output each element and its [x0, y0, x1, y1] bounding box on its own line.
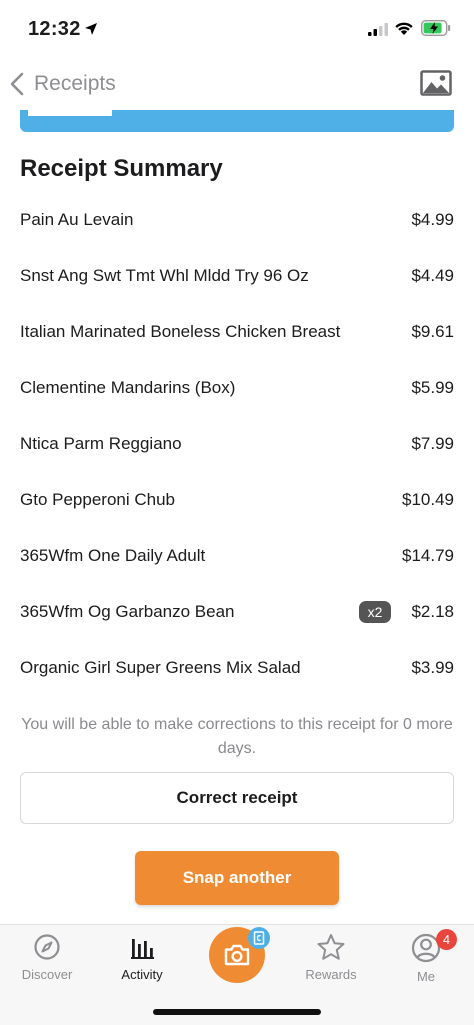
- receipt-icon: [248, 927, 270, 949]
- list-item: 365Wfm Og Garbanzo Bean x2 $2.18: [20, 584, 454, 640]
- item-price: $5.99: [411, 378, 454, 397]
- list-item: Gto Pepperoni Chub $10.49: [20, 472, 454, 528]
- item-name: Organic Girl Super Greens Mix Salad: [20, 658, 301, 677]
- tab-discover[interactable]: Discover: [7, 933, 87, 982]
- chevron-left-icon: [10, 72, 24, 96]
- notification-badge: 4: [436, 929, 457, 950]
- list-item: Pain Au Levain $4.99: [20, 192, 454, 248]
- item-price: $2.18: [411, 602, 454, 621]
- tab-label: Activity: [121, 967, 163, 982]
- tab-label: Discover: [21, 967, 73, 982]
- tab-rewards[interactable]: Rewards: [291, 933, 371, 982]
- snap-another-button[interactable]: Snap another: [135, 851, 339, 905]
- list-item: Ntica Parm Reggiano $7.99: [20, 416, 454, 472]
- tab-label: Me: [416, 969, 436, 984]
- location-arrow-icon: [84, 22, 98, 41]
- tab-label: Rewards: [305, 967, 357, 982]
- item-price: $4.99: [411, 210, 454, 229]
- list-item: Organic Girl Super Greens Mix Salad $3.9…: [20, 640, 454, 696]
- back-button[interactable]: Receipts: [10, 68, 116, 100]
- correct-receipt-button[interactable]: Correct receipt: [20, 772, 454, 824]
- item-name: Clementine Mandarins (Box): [20, 378, 236, 397]
- bar-chart-icon: [131, 939, 154, 959]
- item-name: Italian Marinated Boneless Chicken Breas…: [20, 322, 341, 341]
- receipt-items-list: Pain Au Levain $4.99 Snst Ang Swt Tmt Wh…: [20, 192, 454, 696]
- list-item: Clementine Mandarins (Box) $5.99: [20, 360, 454, 416]
- status-time: 12:32: [28, 18, 81, 40]
- list-item: Italian Marinated Boneless Chicken Breas…: [20, 304, 454, 360]
- item-name: 365Wfm One Daily Adult: [20, 546, 206, 565]
- quantity-badge: x2: [358, 601, 392, 623]
- item-price: $3.99: [411, 658, 454, 677]
- item-price: $14.79: [402, 546, 454, 565]
- item-price: $9.61: [411, 322, 454, 341]
- status-bar: 12:32: [0, 0, 474, 58]
- item-price: $4.49: [411, 266, 454, 285]
- navigation-bar: Receipts: [0, 58, 474, 110]
- banner-white-tab: [28, 110, 112, 116]
- star-icon: [317, 934, 345, 960]
- compass-icon: [34, 934, 60, 960]
- item-price: $10.49: [402, 490, 454, 509]
- item-name: Gto Pepperoni Chub: [20, 490, 175, 509]
- item-price: $7.99: [411, 434, 454, 453]
- wifi-icon: [394, 20, 414, 41]
- page-title: Receipt Summary: [20, 155, 223, 182]
- back-label: Receipts: [34, 72, 116, 95]
- list-item: 365Wfm One Daily Adult $14.79: [20, 528, 454, 584]
- list-item: Snst Ang Swt Tmt Whl Mldd Try 96 Oz $4.4…: [20, 248, 454, 304]
- signal-icon: [368, 23, 388, 41]
- item-name: Pain Au Levain: [20, 210, 134, 229]
- image-gallery-icon[interactable]: [420, 70, 452, 101]
- home-indicator: [153, 1009, 321, 1015]
- receipt-image-banner: [20, 110, 454, 132]
- battery-charging-icon: [420, 19, 451, 41]
- camera-icon: [224, 944, 250, 966]
- correction-note: You will be able to make corrections to …: [21, 716, 453, 757]
- item-name: 365Wfm Og Garbanzo Bean: [20, 602, 235, 621]
- tab-activity[interactable]: Activity: [102, 933, 182, 982]
- item-name: Ntica Parm Reggiano: [20, 434, 182, 453]
- item-name: Snst Ang Swt Tmt Whl Mldd Try 96 Oz: [20, 266, 309, 285]
